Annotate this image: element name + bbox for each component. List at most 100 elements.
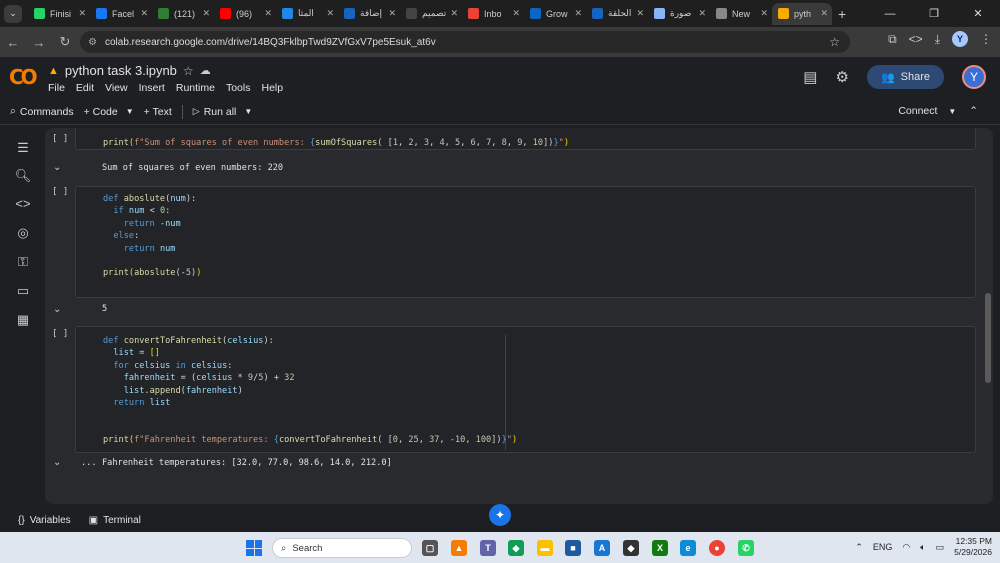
language-indicator[interactable]: ENG bbox=[873, 542, 893, 552]
browser-tab[interactable]: إضافة ✕ bbox=[338, 3, 400, 25]
code-cell[interactable]: print(f"Sum of squares of even numbers: … bbox=[75, 128, 976, 150]
browser-tab[interactable]: (96) ✕ bbox=[214, 3, 276, 25]
notebook-title[interactable]: python task 3.ipynb bbox=[65, 63, 177, 78]
chrome-icon[interactable]: ● bbox=[709, 540, 725, 556]
chevron-down-icon[interactable]: ▼ bbox=[244, 107, 252, 116]
browser-tab[interactable]: (121) ✕ bbox=[152, 3, 214, 25]
variables-button[interactable]: {} Variables bbox=[18, 515, 71, 526]
cell-run-status[interactable]: [ ] bbox=[52, 187, 68, 197]
cell-run-status[interactable]: [ ] bbox=[52, 329, 68, 339]
cloud-sync-icon[interactable]: ☁ bbox=[200, 64, 211, 77]
collapse-icon[interactable]: ⌃ bbox=[969, 105, 978, 117]
code-snippets-icon[interactable]: <> bbox=[14, 196, 32, 211]
edge-icon[interactable]: e bbox=[680, 540, 696, 556]
terminal-button[interactable]: ▣ Terminal bbox=[89, 515, 141, 526]
close-tab-icon[interactable]: ✕ bbox=[388, 8, 396, 19]
forward-icon[interactable]: → bbox=[26, 35, 52, 50]
add-text-button[interactable]: + Text bbox=[144, 106, 172, 118]
new-tab-button[interactable]: + bbox=[838, 6, 846, 22]
code-cell[interactable]: def aboslute(num): if num < 0: return -n… bbox=[75, 186, 976, 298]
xbox-icon[interactable]: X bbox=[652, 540, 668, 556]
files-folder-icon[interactable]: ▭ bbox=[14, 283, 32, 299]
chevron-up-icon[interactable]: ⌃ bbox=[855, 542, 863, 553]
cell-run-status[interactable]: [ ] bbox=[52, 134, 68, 144]
chevron-down-icon[interactable]: ▼ bbox=[126, 107, 134, 116]
teams-icon[interactable]: T bbox=[480, 540, 496, 556]
wifi-icon[interactable]: ◠ bbox=[902, 542, 910, 553]
menu-item-edit[interactable]: Edit bbox=[76, 82, 94, 94]
windows-start-icon[interactable] bbox=[246, 540, 262, 556]
menu-item-runtime[interactable]: Runtime bbox=[176, 82, 215, 94]
star-icon[interactable]: ☆ bbox=[183, 64, 194, 78]
download-icon[interactable]: ⤓ bbox=[935, 32, 940, 47]
browser-tab[interactable]: تصميم ✕ bbox=[400, 3, 462, 25]
chevron-down-icon[interactable]: ▼ bbox=[948, 107, 956, 116]
copilot-icon[interactable]: ◆ bbox=[508, 540, 524, 556]
bookmark-star-icon[interactable]: ☆ bbox=[829, 35, 840, 49]
close-tab-icon[interactable]: ✕ bbox=[202, 8, 210, 19]
close-tab-icon[interactable]: ✕ bbox=[140, 8, 148, 19]
clock[interactable]: 12:35 PM 5/29/2026 bbox=[954, 536, 992, 558]
share-button[interactable]: 👥 Share bbox=[866, 65, 944, 89]
profile-avatar[interactable]: Y bbox=[952, 31, 968, 47]
browser-tab[interactable]: Grow ✕ bbox=[524, 3, 586, 25]
connect-button[interactable]: Connect ▼ ⌃ bbox=[898, 105, 978, 117]
collapse-output-icon[interactable]: ⌄ bbox=[53, 304, 61, 315]
site-info-icon[interactable]: ⚙ bbox=[88, 37, 97, 48]
browser-tab[interactable]: Finisi ✕ bbox=[28, 3, 90, 25]
secrets-key-icon[interactable]: ⚿ bbox=[14, 254, 32, 270]
back-icon[interactable]: ← bbox=[0, 35, 26, 50]
menu-item-help[interactable]: Help bbox=[261, 82, 283, 94]
menu-item-insert[interactable]: Insert bbox=[139, 82, 165, 94]
browser-tab[interactable]: الحلقة ✕ bbox=[586, 3, 648, 25]
add-code-button[interactable]: + Code ▼ bbox=[84, 106, 134, 118]
close-tab-icon[interactable]: ✕ bbox=[760, 8, 768, 19]
battery-icon[interactable]: ▭ bbox=[936, 542, 945, 553]
browser-menu-icon[interactable]: ⋮ bbox=[980, 32, 992, 46]
taskbar-search-input[interactable]: ⌕ Search bbox=[272, 538, 412, 558]
extensions-icon[interactable]: ⧉ bbox=[888, 32, 897, 47]
notebook-scrollbar[interactable] bbox=[985, 293, 991, 383]
whatsapp-icon[interactable]: ✆ bbox=[738, 540, 754, 556]
app-icon[interactable]: ◆ bbox=[623, 540, 639, 556]
browser-tab[interactable]: Inbo ✕ bbox=[462, 3, 524, 25]
close-tab-icon[interactable]: ✕ bbox=[78, 8, 86, 19]
gemini-spark-icon[interactable]: ✦ bbox=[489, 504, 511, 526]
close-tab-icon[interactable]: ✕ bbox=[512, 8, 520, 19]
url-field[interactable]: ⚙ colab.research.google.com/drive/14BQ3F… bbox=[80, 31, 850, 53]
file-explorer-icon[interactable]: ▬ bbox=[537, 540, 553, 556]
store-icon[interactable]: ■ bbox=[565, 540, 581, 556]
app-icon[interactable]: A bbox=[594, 540, 610, 556]
data-table-icon[interactable]: ▦ bbox=[14, 312, 32, 328]
settings-gear-icon[interactable]: ⚙ bbox=[835, 68, 848, 86]
vlc-icon[interactable]: ▲ bbox=[451, 540, 467, 556]
browser-tab[interactable]: Facel ✕ bbox=[90, 3, 152, 25]
browser-tab[interactable]: pyth ✕ bbox=[772, 2, 832, 25]
output-menu-icon[interactable]: ... bbox=[81, 458, 97, 468]
tab-search-chevron-icon[interactable]: ⌄ bbox=[4, 4, 22, 23]
code-cell[interactable]: def convertToFahrenheit(celsius): list =… bbox=[75, 326, 976, 453]
close-tab-icon[interactable]: ✕ bbox=[636, 8, 644, 19]
comments-icon[interactable]: ▤ bbox=[803, 68, 817, 86]
account-avatar[interactable]: Y bbox=[962, 65, 986, 89]
close-tab-icon[interactable]: ✕ bbox=[450, 8, 458, 19]
reload-icon[interactable]: ↻ bbox=[52, 34, 78, 50]
minimize-icon[interactable]: — bbox=[868, 8, 912, 20]
close-tab-icon[interactable]: ✕ bbox=[698, 8, 706, 19]
run-all-button[interactable]: ▷ Run all ▼ bbox=[193, 106, 253, 118]
devtools-icon[interactable]: <> bbox=[909, 32, 923, 46]
menu-item-file[interactable]: File bbox=[48, 82, 65, 94]
variables-inspector-icon[interactable]: ◎ bbox=[14, 225, 32, 241]
menu-item-view[interactable]: View bbox=[105, 82, 128, 94]
browser-tab[interactable]: المثا ✕ bbox=[276, 3, 338, 25]
close-tab-icon[interactable]: ✕ bbox=[574, 8, 582, 19]
restore-icon[interactable]: ❐ bbox=[912, 7, 956, 20]
collapse-output-icon[interactable]: ⌄ bbox=[53, 162, 61, 173]
close-tab-icon[interactable]: ✕ bbox=[264, 8, 272, 19]
volume-icon[interactable]: 🔈︎ bbox=[920, 542, 925, 553]
task-view-icon[interactable]: ▢ bbox=[422, 540, 438, 556]
find-icon[interactable]: 🔍︎ bbox=[14, 168, 32, 184]
colab-logo[interactable]: CO bbox=[9, 65, 38, 89]
browser-tab[interactable]: New ✕ bbox=[710, 3, 772, 25]
close-tab-icon[interactable]: ✕ bbox=[820, 8, 828, 19]
